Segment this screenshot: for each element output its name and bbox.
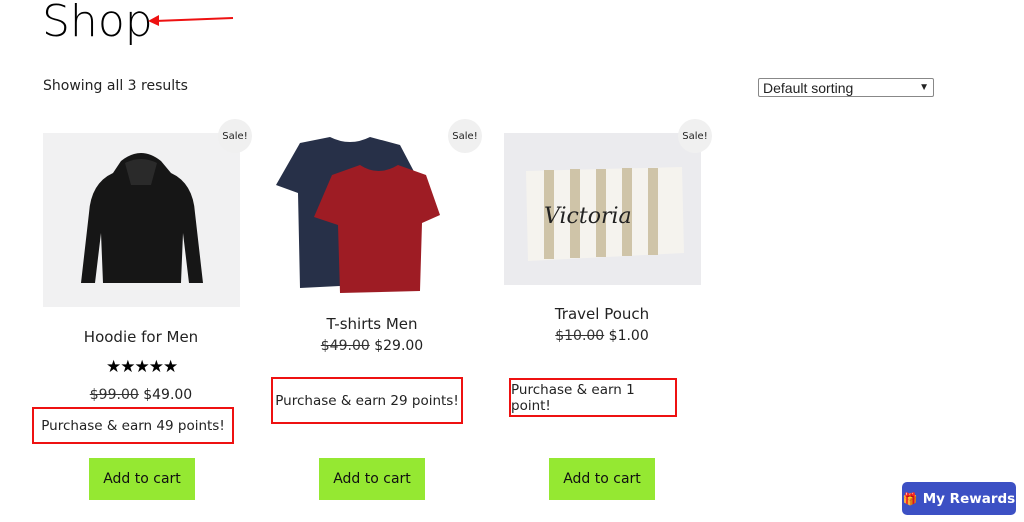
sale-price: $49.00 [143,387,193,403]
sorting-select[interactable]: Default sorting ▼ [758,78,934,97]
chevron-down-icon: ▼ [919,82,929,93]
product-title[interactable]: Hoodie for Men [26,328,256,346]
product-title[interactable]: T-shirts Men [257,315,487,333]
sale-badge: Sale! [678,119,712,153]
points-message: Purchase & earn 29 points! [271,377,463,424]
product-image-pouch[interactable]: Victoria [504,133,701,285]
add-to-cart-button[interactable]: Add to cart [319,458,425,500]
my-rewards-label: My Rewards [922,490,1016,507]
annotation-arrow-icon [148,15,234,26]
gift-icon: 🎁 [902,491,918,506]
product-title[interactable]: Travel Pouch [487,305,717,323]
add-to-cart-button[interactable]: Add to cart [549,458,655,500]
points-message: Purchase & earn 49 points! [32,407,234,444]
sale-badge: Sale! [448,119,482,153]
page-title: Shop [42,0,153,47]
product-price: $99.00 $49.00 [26,387,256,403]
product-price: $49.00 $29.00 [257,338,487,354]
sorting-value: Default sorting [763,79,854,96]
product-image-hoodie[interactable] [43,133,240,307]
my-rewards-button[interactable]: 🎁 My Rewards [902,482,1016,515]
svg-text:Victoria: Victoria [544,204,632,229]
add-to-cart-button[interactable]: Add to cart [89,458,195,500]
old-price: $99.00 [89,387,139,403]
old-price: $49.00 [320,338,370,354]
pouch-image: Victoria [526,167,684,261]
sale-price: $29.00 [374,338,424,354]
sale-badge: Sale! [218,119,252,153]
product-image-tshirts[interactable] [270,133,442,301]
star-rating: ★★★★★ [106,357,178,377]
tshirts-image [276,137,440,293]
old-price: $10.00 [555,328,605,344]
result-count: Showing all 3 results [43,78,188,94]
product-price: $10.00 $1.00 [487,328,717,344]
sale-price: $1.00 [608,328,649,344]
points-message: Purchase & earn 1 point! [509,378,677,417]
hoodie-image [81,153,203,283]
